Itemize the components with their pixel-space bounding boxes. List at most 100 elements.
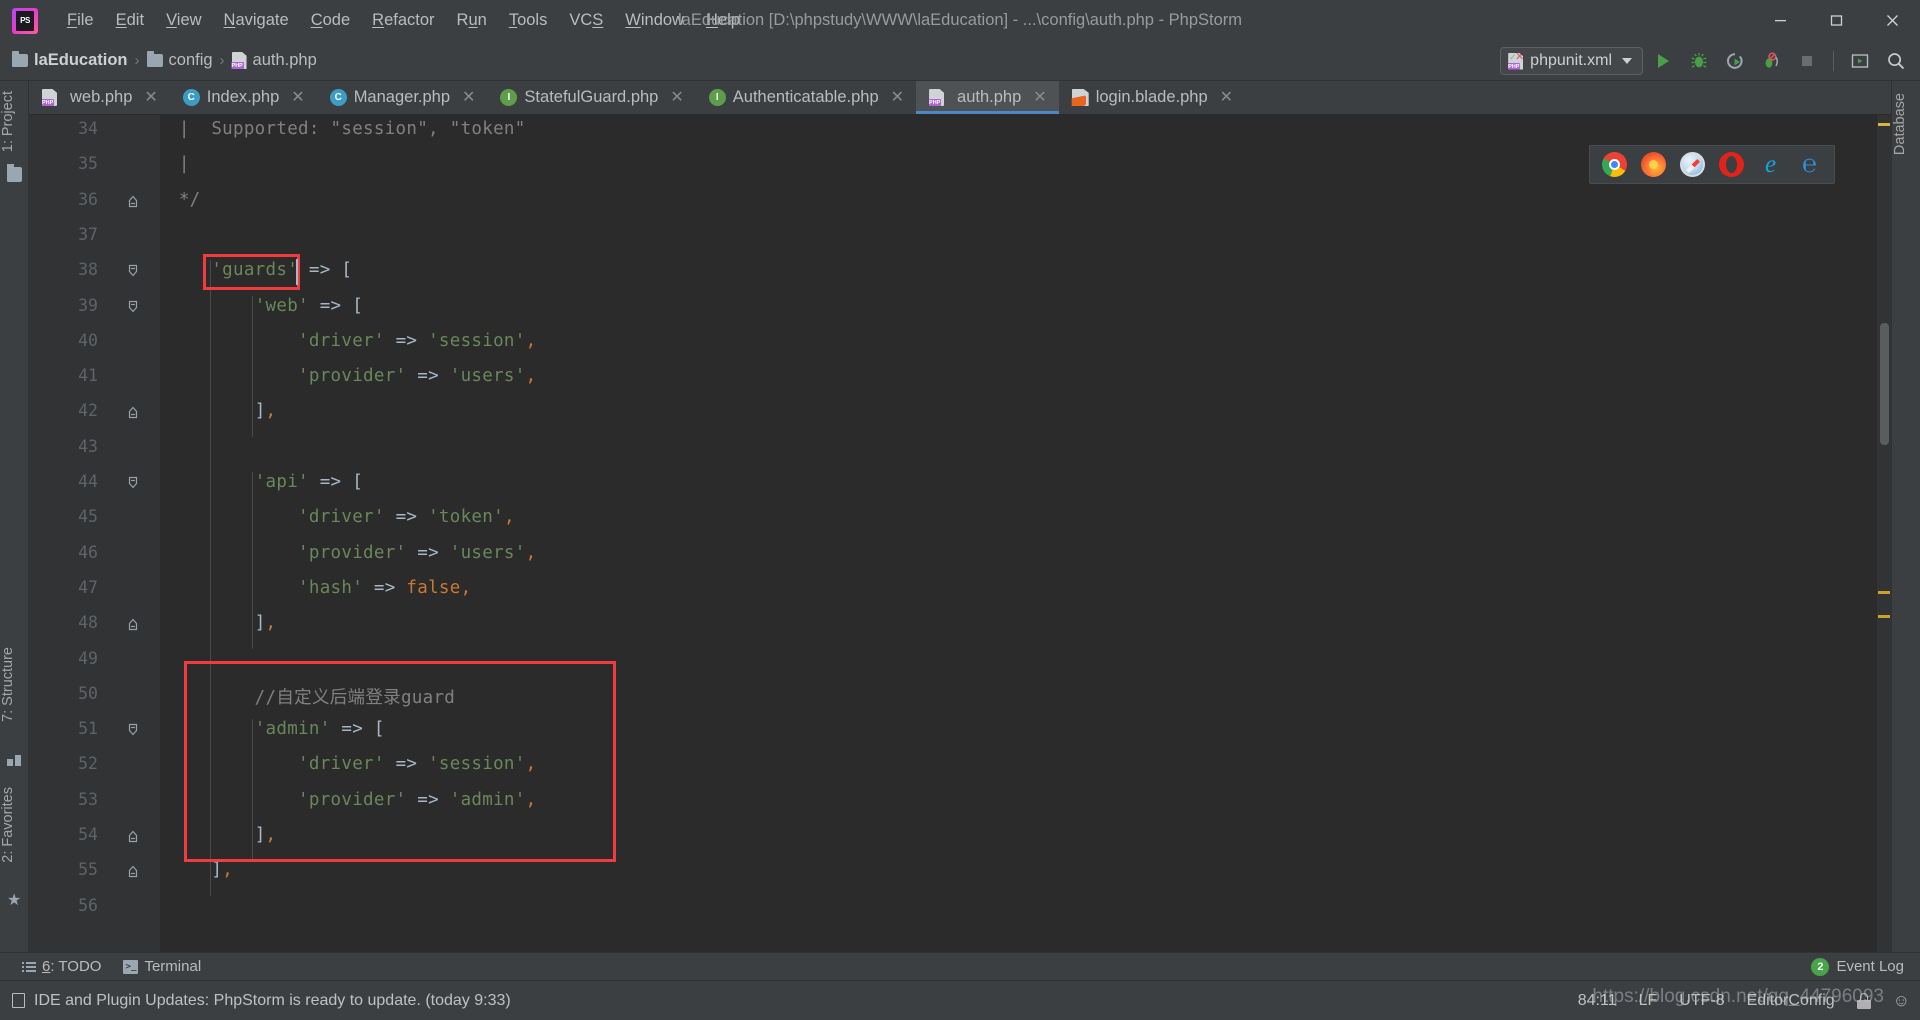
code-line[interactable]: 'provider' => 'admin', bbox=[168, 790, 536, 810]
run-configuration-selector[interactable]: ✓✕ phpunit.xml bbox=[1500, 47, 1643, 75]
run-button[interactable] bbox=[1647, 47, 1679, 75]
tool-window-todo[interactable]: 6: TODO bbox=[22, 958, 101, 975]
tab-manager-php[interactable]: C Manager.php ✕ bbox=[316, 81, 488, 114]
code-line[interactable]: | bbox=[168, 154, 190, 174]
php-file-icon bbox=[929, 89, 945, 106]
code-line[interactable]: ], bbox=[168, 825, 276, 845]
close-button[interactable] bbox=[1864, 0, 1920, 41]
fold-start-icon[interactable] bbox=[126, 723, 140, 737]
fold-start-icon[interactable] bbox=[126, 476, 140, 490]
menu-window[interactable]: Window bbox=[614, 7, 695, 34]
tool-label: Database bbox=[1892, 93, 1908, 156]
line-separator[interactable]: LF bbox=[1639, 992, 1658, 1010]
tab-login-blade-php[interactable]: login.blade.php ✕ bbox=[1058, 81, 1246, 114]
tab-close-icon[interactable]: ✕ bbox=[462, 89, 475, 106]
code-line[interactable]: ], bbox=[168, 613, 276, 633]
tab-close-icon[interactable]: ✕ bbox=[291, 89, 304, 106]
event-log-button[interactable]: 2 Event Log bbox=[1811, 957, 1904, 976]
sidebar-item-project[interactable]: 1: Project bbox=[0, 85, 29, 158]
sidebar-item-favorites[interactable]: 2: Favorites bbox=[0, 781, 29, 869]
edge-icon[interactable]: ℮ bbox=[1797, 152, 1822, 177]
tab-statefulguard-php[interactable]: I StatefulGuard.php ✕ bbox=[487, 81, 696, 114]
menu-edit[interactable]: Edit bbox=[105, 7, 155, 34]
tool-window-terminal[interactable]: >_ Terminal bbox=[123, 958, 201, 975]
fold-start-icon[interactable] bbox=[126, 300, 140, 314]
code-line[interactable]: 'driver' => 'session', bbox=[168, 331, 536, 351]
search-everywhere-icon[interactable] bbox=[1880, 47, 1912, 75]
code-line[interactable]: 'admin' => [ bbox=[168, 719, 385, 739]
editorconfig-label[interactable]: EditorConfig bbox=[1747, 992, 1835, 1010]
tab-close-icon[interactable]: ✕ bbox=[891, 89, 904, 106]
code-line[interactable]: 'hash' => false, bbox=[168, 578, 471, 598]
menu-refactor[interactable]: Refactor bbox=[361, 7, 445, 34]
code-line[interactable]: 'provider' => 'users', bbox=[168, 543, 536, 563]
lock-icon[interactable] bbox=[1856, 992, 1871, 1009]
chrome-icon[interactable] bbox=[1602, 152, 1627, 177]
menu-code[interactable]: Code bbox=[300, 7, 361, 34]
tab-close-icon[interactable]: ✕ bbox=[1033, 89, 1046, 106]
firefox-icon[interactable] bbox=[1641, 152, 1666, 177]
editor-scrollbar-thumb[interactable] bbox=[1880, 323, 1889, 445]
tab-authenticatable-php[interactable]: I Authenticatable.php ✕ bbox=[695, 81, 917, 114]
status-message-text: IDE and Plugin Updates: PhpStorm is read… bbox=[34, 991, 511, 1009]
ie-icon[interactable]: e bbox=[1758, 152, 1783, 177]
fold-end-icon[interactable] bbox=[126, 864, 140, 878]
profile-button[interactable] bbox=[1755, 47, 1787, 75]
warning-marker[interactable] bbox=[1878, 123, 1890, 126]
menu-bar[interactable]: File Edit View Navigate Code Refactor Ru… bbox=[56, 7, 751, 34]
sidebar-item-structure[interactable]: 7: Structure bbox=[0, 641, 29, 728]
face-icon[interactable]: ☺ bbox=[1893, 991, 1910, 1011]
code-line[interactable]: | Supported: "session", "token" bbox=[168, 119, 526, 139]
menu-run[interactable]: Run bbox=[446, 7, 498, 34]
open-preview-button[interactable] bbox=[1844, 47, 1876, 75]
change-marker[interactable] bbox=[1878, 591, 1890, 594]
php-file-icon bbox=[42, 89, 57, 106]
minimize-button[interactable] bbox=[1752, 0, 1808, 41]
menu-file[interactable]: File bbox=[56, 7, 105, 34]
tab-web-php[interactable]: web.php ✕ bbox=[29, 81, 170, 114]
menu-vcs[interactable]: VCS bbox=[558, 7, 614, 34]
breadcrumb-item-file[interactable]: auth.php bbox=[231, 51, 317, 70]
menu-navigate[interactable]: Navigate bbox=[213, 7, 300, 34]
fold-start-icon[interactable] bbox=[126, 264, 140, 278]
tab-close-icon[interactable]: ✕ bbox=[144, 89, 157, 106]
fold-end-icon[interactable] bbox=[126, 829, 140, 843]
code-line[interactable]: 'driver' => 'token', bbox=[168, 507, 515, 527]
maximize-button[interactable] bbox=[1808, 0, 1864, 41]
editor-marker-bar[interactable] bbox=[1877, 115, 1891, 952]
menu-help[interactable]: Help bbox=[695, 7, 751, 34]
change-marker[interactable] bbox=[1878, 615, 1890, 618]
fold-end-icon[interactable] bbox=[126, 617, 140, 631]
fold-end-icon[interactable] bbox=[126, 405, 140, 419]
code-content[interactable]: | Supported: "session", "token" | */ 'gu… bbox=[160, 115, 1891, 952]
code-line[interactable]: 'web' => [ bbox=[168, 296, 363, 316]
code-line[interactable]: 'guards' => [ bbox=[168, 260, 352, 280]
code-line[interactable]: 'api' => [ bbox=[168, 472, 363, 492]
fold-end-icon[interactable] bbox=[126, 194, 140, 208]
editor-gutter[interactable]: 34 35 36 37 38 39 40 41 42 43 44 45 46 47 48 49 50 51 52 53… bbox=[29, 115, 160, 952]
tab-close-icon[interactable]: ✕ bbox=[1220, 89, 1233, 106]
debug-button[interactable] bbox=[1683, 47, 1715, 75]
menu-tools[interactable]: Tools bbox=[498, 7, 559, 34]
breadcrumb-item-config[interactable]: config bbox=[146, 51, 213, 70]
opera-icon[interactable] bbox=[1719, 152, 1744, 177]
stop-button[interactable] bbox=[1791, 47, 1823, 75]
caret-position[interactable]: 84:11 bbox=[1578, 992, 1617, 1010]
run-with-coverage-button[interactable] bbox=[1719, 47, 1751, 75]
safari-icon[interactable] bbox=[1680, 152, 1705, 177]
status-message[interactable]: IDE and Plugin Updates: PhpStorm is read… bbox=[12, 992, 511, 1010]
tab-index-php[interactable]: C Index.php ✕ bbox=[169, 81, 317, 114]
tab-close-icon[interactable]: ✕ bbox=[670, 89, 683, 106]
breadcrumb-item-project[interactable]: laEducation bbox=[12, 51, 128, 70]
code-line[interactable]: ], bbox=[168, 401, 276, 421]
code-line[interactable]: 'driver' => 'session', bbox=[168, 754, 536, 774]
file-encoding[interactable]: UTF-8 bbox=[1679, 992, 1724, 1010]
menu-view[interactable]: View bbox=[155, 7, 212, 34]
tool-window-label: 6: TODO bbox=[42, 958, 102, 975]
code-line[interactable]: */ bbox=[168, 190, 201, 210]
sidebar-item-database[interactable]: Database bbox=[1892, 87, 1920, 161]
code-line[interactable]: 'provider' => 'users', bbox=[168, 366, 536, 386]
code-line[interactable]: ], bbox=[168, 860, 233, 880]
code-editor[interactable]: 34 35 36 37 38 39 40 41 42 43 44 45 46 47 48 49 50 51 52 53… bbox=[29, 115, 1891, 952]
tab-auth-php[interactable]: auth.php ✕ bbox=[916, 81, 1059, 114]
